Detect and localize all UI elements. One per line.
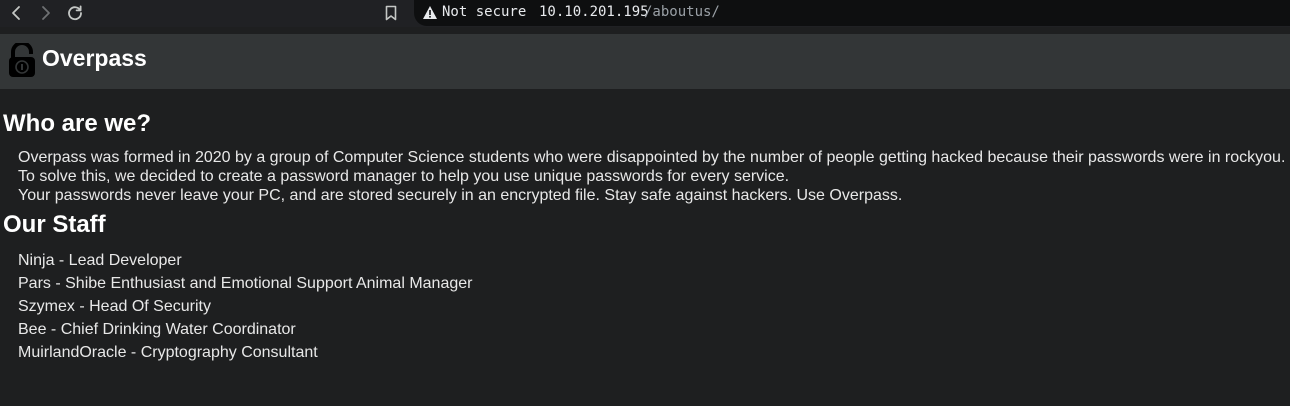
about-line: To solve this, we decided to create a pa… — [18, 168, 790, 185]
address-bar[interactable]: Not secure 10.10.201.195/aboutus/ — [414, 0, 1290, 26]
site-header: Overpass — [0, 34, 1290, 89]
url-host[interactable]: 10.10.201.195 — [539, 4, 649, 21]
security-label[interactable]: Not secure — [442, 4, 526, 21]
bookmark-button[interactable] — [380, 3, 402, 23]
reload-icon — [68, 5, 82, 21]
staff-heading: Our Staff — [3, 211, 106, 238]
url-path[interactable]: /aboutus/ — [644, 4, 720, 21]
about-line: Your passwords never leave your PC, and … — [18, 187, 903, 204]
staff-member: Szymex - Head Of Security — [18, 298, 211, 315]
bookmark-icon — [385, 5, 397, 21]
site-title[interactable]: Overpass — [42, 45, 147, 71]
staff-member: Pars - Shibe Enthusiast and Emotional Su… — [18, 275, 473, 292]
site-logo[interactable] — [7, 41, 37, 84]
warning-icon — [423, 6, 437, 19]
browser-toolbar: Not secure 10.10.201.195/aboutus/ — [0, 0, 1290, 27]
about-heading: Who are we? — [3, 110, 152, 137]
staff-member: Ninja - Lead Developer — [18, 252, 182, 269]
chevron-left-icon — [12, 6, 20, 20]
staff-list: Ninja - Lead Developer Pars - Shibe Enth… — [18, 249, 472, 364]
forward-button[interactable] — [35, 3, 57, 23]
chevron-right-icon — [42, 6, 50, 20]
reload-button[interactable] — [64, 3, 86, 23]
padlock-icon — [9, 41, 35, 77]
staff-member: MuirlandOracle - Cryptography Consultant — [18, 344, 318, 361]
staff-member: Bee - Chief Drinking Water Coordinator — [18, 321, 296, 338]
back-button[interactable] — [5, 3, 27, 23]
about-line: Overpass was formed in 2020 by a group o… — [18, 149, 1286, 166]
